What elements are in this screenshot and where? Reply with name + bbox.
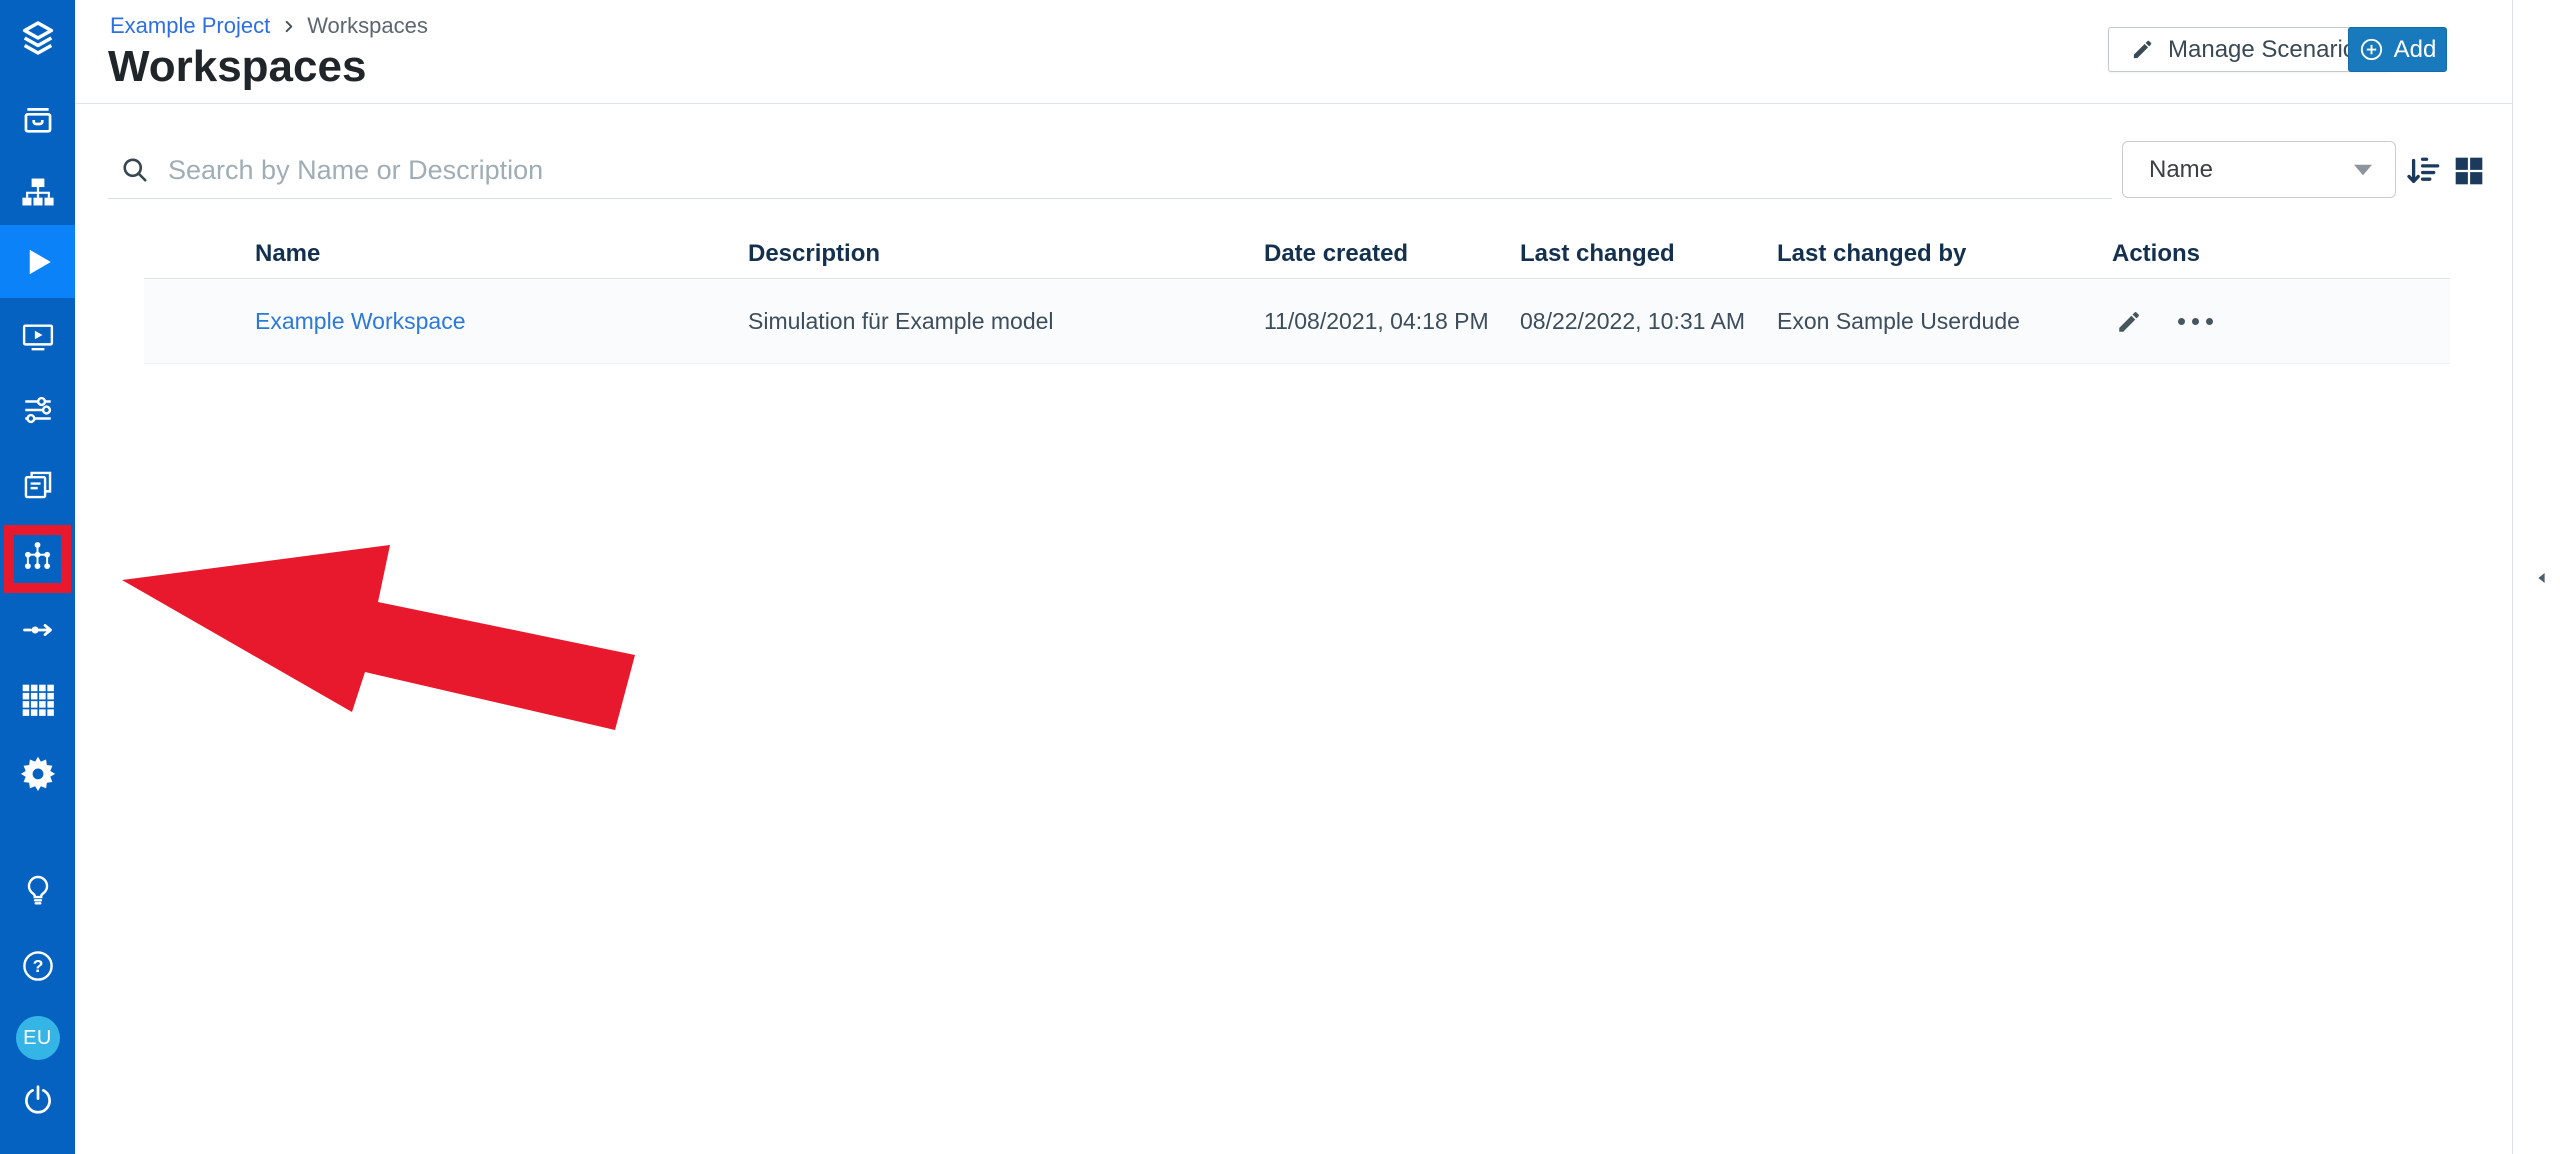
sidebar-item-presentations[interactable] — [0, 309, 75, 365]
add-button[interactable]: Add — [2348, 27, 2447, 72]
plus-circle-icon — [2359, 37, 2384, 62]
sidebar-item-documents[interactable] — [0, 457, 75, 513]
row-more-actions-button[interactable] — [2178, 318, 2213, 325]
play-icon — [20, 244, 56, 280]
archive-box-icon — [21, 103, 55, 137]
sidebar-item-tips[interactable] — [0, 862, 75, 918]
sidebar-item-network[interactable] — [21, 540, 54, 578]
right-panel-divider — [2512, 0, 2513, 1154]
column-header-last-changed: Last changed — [1520, 240, 1777, 268]
screen-play-icon — [21, 320, 55, 354]
app-window: ? EU Example Project Workspaces Workspac… — [0, 0, 2560, 1154]
power-icon — [21, 1083, 55, 1117]
sidebar-item-tables[interactable] — [0, 672, 75, 728]
workspace-last-changed-by: Exon Sample Userdude — [1777, 308, 2112, 335]
breadcrumb: Example Project Workspaces — [110, 12, 428, 40]
search-bar — [108, 142, 2112, 199]
documents-icon — [21, 468, 55, 502]
layers-icon — [18, 18, 58, 58]
sidebar-item-logout[interactable] — [0, 1072, 75, 1128]
chevron-right-icon — [281, 19, 296, 34]
search-input[interactable] — [168, 155, 2112, 186]
sidebar-item-transitions[interactable] — [0, 602, 75, 658]
app-logo[interactable] — [0, 10, 75, 66]
table-row: Example Workspace Simulation für Example… — [144, 280, 2450, 364]
chevron-down-icon — [2353, 164, 2373, 176]
header-divider — [75, 103, 2512, 104]
sliders-icon — [21, 393, 55, 427]
network-tree-icon — [21, 540, 54, 578]
workspace-date-created: 11/08/2021, 04:18 PM — [1264, 308, 1520, 335]
manage-scenarios-label: Manage Scenarios — [2168, 36, 2368, 64]
sort-descending-icon — [2406, 151, 2444, 189]
lightbulb-icon — [21, 873, 55, 907]
grid-view-icon — [2452, 154, 2486, 188]
breadcrumb-current: Workspaces — [307, 13, 428, 39]
sidebar-item-parameters[interactable] — [0, 382, 75, 438]
collapse-panel-button[interactable] — [2534, 569, 2549, 587]
red-highlight-frame — [4, 525, 71, 593]
page-title: Workspaces — [108, 42, 366, 92]
sort-order-button[interactable] — [2406, 151, 2444, 189]
sidebar-item-workspaces-active[interactable] — [0, 225, 75, 298]
svg-text:?: ? — [32, 956, 43, 976]
user-avatar[interactable]: EU — [0, 1010, 75, 1066]
chevron-left-icon — [2534, 569, 2549, 587]
avatar: EU — [16, 1016, 60, 1060]
workspace-name-link[interactable]: Example Workspace — [255, 308, 466, 334]
sidebar-item-help[interactable]: ? — [0, 938, 75, 994]
gear-icon — [20, 755, 56, 791]
column-header-name: Name — [144, 240, 748, 268]
flow-arrow-icon — [21, 613, 55, 647]
workspace-last-changed: 08/22/2022, 10:31 AM — [1520, 308, 1777, 335]
sidebar: ? EU — [0, 0, 75, 1154]
data-grid-icon — [21, 683, 55, 717]
edit-row-button[interactable] — [2116, 309, 2142, 335]
breadcrumb-project-link[interactable]: Example Project — [110, 13, 270, 39]
sidebar-item-hierarchy[interactable] — [0, 164, 75, 220]
search-icon — [120, 155, 150, 185]
column-header-date-created: Date created — [1264, 240, 1520, 268]
pencil-icon — [2131, 38, 2154, 61]
workspace-description: Simulation für Example model — [748, 308, 1264, 335]
pencil-icon — [2116, 309, 2142, 335]
sort-dropdown-value: Name — [2149, 156, 2213, 184]
sidebar-item-settings[interactable] — [0, 745, 75, 801]
sitemap-icon — [21, 175, 55, 209]
sidebar-item-archive[interactable] — [0, 92, 75, 148]
add-label: Add — [2394, 36, 2437, 64]
column-header-actions: Actions — [2112, 240, 2450, 268]
sort-dropdown[interactable]: Name — [2122, 141, 2396, 198]
column-header-last-changed-by: Last changed by — [1777, 240, 2112, 268]
column-header-description: Description — [748, 240, 1264, 268]
help-circle-icon: ? — [21, 949, 55, 983]
grid-view-button[interactable] — [2452, 154, 2486, 188]
table-header-row: Name Description Date created Last chang… — [144, 230, 2450, 279]
